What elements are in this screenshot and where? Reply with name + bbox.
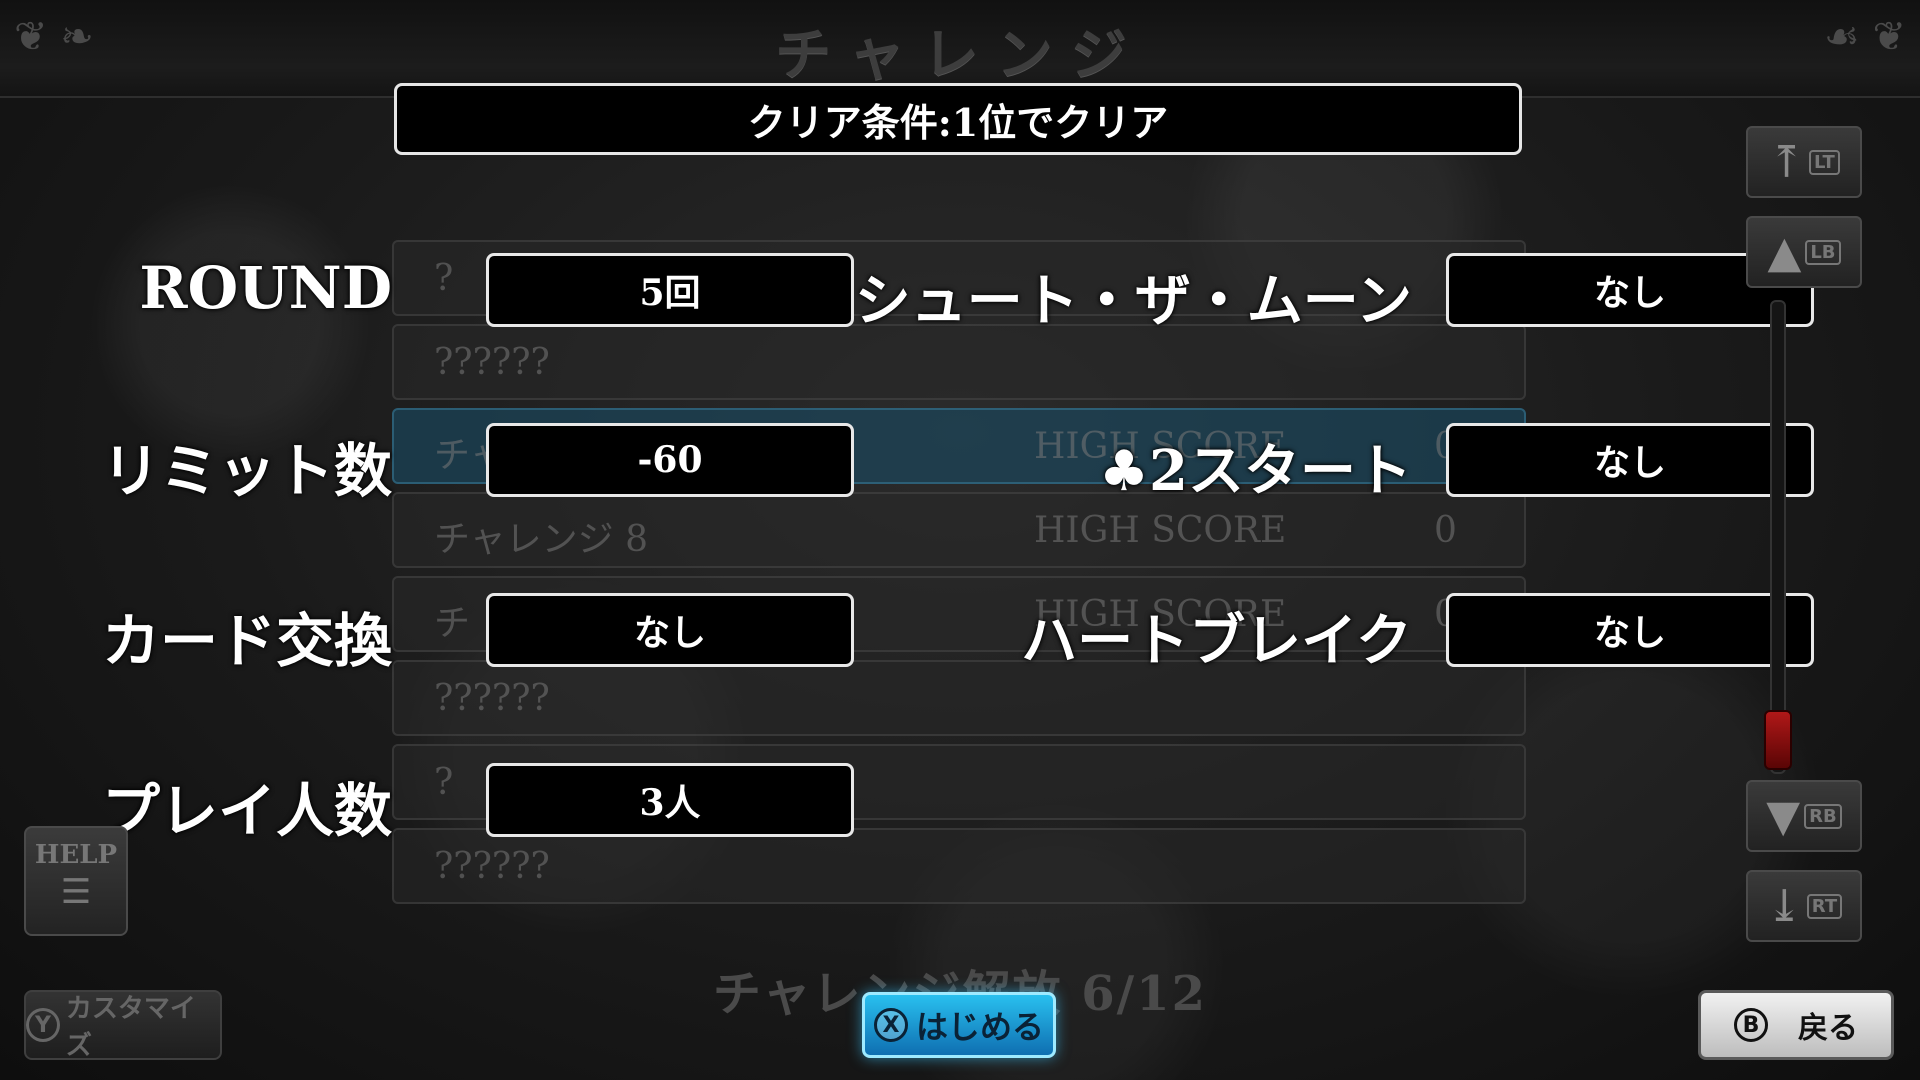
page-bottom-button[interactable]: ⤓ RT — [1746, 870, 1862, 942]
start-label: はじめる — [915, 1008, 1044, 1046]
heart-break-label: ハートブレイク — [1021, 608, 1412, 674]
shoot-the-moon-label: シュート・ザ・ムーン — [854, 268, 1412, 334]
round-label: ROUND — [139, 254, 392, 322]
help-button[interactable]: HELP ☰ — [24, 826, 128, 936]
high-score-label: HIGH SCORE — [1034, 510, 1287, 551]
round-value[interactable]: 5回 — [486, 253, 854, 327]
clear-condition-banner: クリア条件:1位でクリア — [394, 83, 1522, 155]
list-item[interactable]: ?????? — [392, 828, 1526, 904]
page-top-button[interactable]: ⤒ LT — [1746, 126, 1862, 198]
help-label: HELP — [34, 840, 118, 870]
rb-key-label: RB — [1804, 803, 1842, 829]
page-down-button[interactable]: ▼ RB — [1746, 780, 1862, 852]
back-button[interactable]: B 戻る — [1698, 990, 1894, 1060]
list-item-name: ?????? — [434, 846, 550, 887]
lb-key-label: LB — [1805, 239, 1841, 265]
list-item-name: ? — [434, 762, 454, 803]
lt-key-label: LT — [1809, 149, 1840, 175]
players-label: プレイ人数 — [101, 777, 392, 845]
heart-break-value[interactable]: なし — [1446, 593, 1814, 667]
page-title: チャレンジ — [775, 22, 1145, 88]
club-two-start-value[interactable]: なし — [1446, 423, 1814, 497]
list-item-name: ?????? — [434, 342, 550, 383]
card-exchange-label: カード交換 — [101, 607, 392, 675]
x-key-icon: X — [873, 1008, 908, 1042]
limit-label: リミット数 — [101, 437, 392, 505]
arrow-up-icon: ▲ — [1767, 226, 1802, 278]
arrow-down-bar-icon: ⤓ — [1765, 880, 1803, 932]
b-key-icon: B — [1734, 1008, 1768, 1042]
arrow-up-bar-icon: ⤒ — [1768, 136, 1806, 188]
rt-key-label: RT — [1806, 893, 1843, 919]
scrollbar-thumb[interactable] — [1764, 710, 1792, 770]
back-label: 戻る — [1798, 1011, 1858, 1046]
scrollbar-track[interactable] — [1770, 300, 1786, 774]
page-up-button[interactable]: ▲ LB — [1746, 216, 1862, 288]
card-exchange-value[interactable]: なし — [486, 593, 854, 667]
list-item-name: チャレンジ 8 — [434, 519, 648, 560]
start-button[interactable]: X はじめる — [862, 992, 1056, 1058]
players-value[interactable]: 3人 — [486, 763, 854, 837]
limit-value[interactable]: -60 — [486, 423, 854, 497]
arrow-down-icon: ▼ — [1766, 790, 1801, 842]
club-two-start-label: ♣2スタート — [1098, 438, 1412, 504]
floral-ornament-icon: ☙ ❦ — [1823, 14, 1906, 60]
list-item-name: ? — [434, 258, 454, 299]
list-item-name: チ — [434, 603, 471, 644]
high-score-value: 0 — [1434, 510, 1457, 551]
list-item-name: ?????? — [434, 678, 550, 719]
menu-icon: ☰ — [60, 872, 92, 912]
